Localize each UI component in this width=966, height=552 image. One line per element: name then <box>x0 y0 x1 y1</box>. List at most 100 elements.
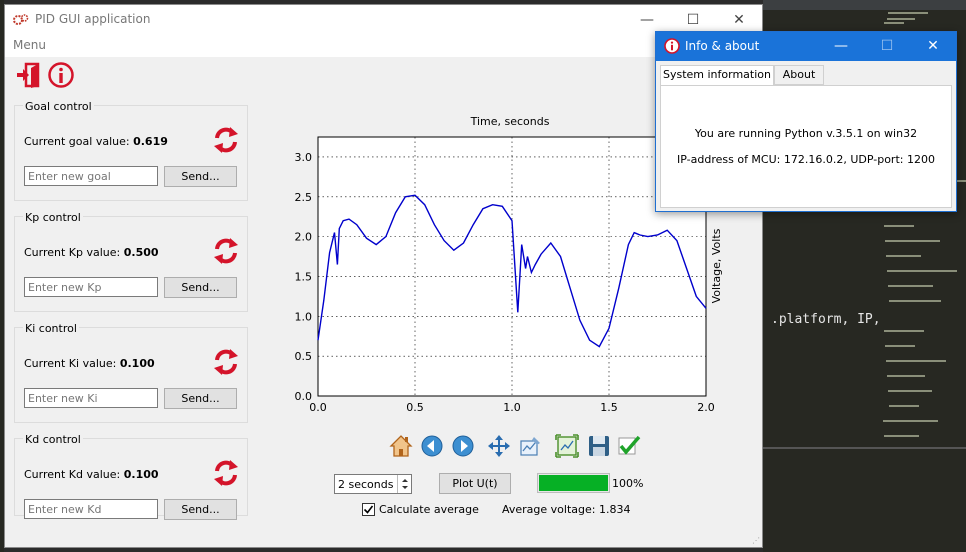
tab-system-information[interactable]: System information <box>660 65 774 86</box>
back-icon[interactable] <box>419 433 445 459</box>
checkmark-icon <box>363 505 374 514</box>
current-value-label: Current goal value: 0.619 <box>24 135 168 148</box>
calculate-average-label: Calculate average <box>379 503 479 516</box>
info-dialog: Info & about — ☐ ✕ System information Ab… <box>655 31 957 212</box>
minimap-line <box>884 22 904 24</box>
current-value: 0.100 <box>119 357 155 370</box>
pan-icon[interactable] <box>486 433 512 459</box>
y-tick-label: 1.0 <box>295 310 313 323</box>
y-tick-label: 2.0 <box>295 231 313 244</box>
group-4: Kd control Current Kd value: 0.100 Send... <box>14 433 248 520</box>
refresh-icon[interactable] <box>211 236 241 266</box>
minimap-line <box>888 285 933 287</box>
current-value-caption: Current Ki value: <box>24 357 120 370</box>
current-value: 0.500 <box>123 246 159 259</box>
y-axis-label: Voltage, Volts <box>710 228 723 303</box>
y-tick-label: 3.0 <box>295 151 313 164</box>
info-dialog-icon <box>664 38 680 54</box>
tab-about[interactable]: About <box>774 65 824 85</box>
info-minimize-button[interactable]: — <box>818 32 864 61</box>
group-title: Kd control <box>23 433 83 446</box>
progress-text: 100% <box>612 477 644 490</box>
minimap-line <box>889 405 919 407</box>
spin-arrows-icon <box>402 479 408 489</box>
y-tick-label: 0.5 <box>295 350 313 363</box>
resize-grip[interactable]: ⋰ <box>752 536 760 545</box>
toolbar <box>5 57 762 91</box>
info-titlebar: Info & about — ☐ ✕ <box>656 32 956 61</box>
info-icon[interactable] <box>47 61 75 89</box>
check-icon[interactable] <box>616 433 642 459</box>
minimap-line <box>886 360 946 362</box>
minimap-line <box>885 240 940 242</box>
y-tick-label: 2.5 <box>295 191 313 204</box>
progress-fill <box>539 475 608 491</box>
current-value-caption: Current Kd value: <box>24 468 124 481</box>
minimap-line <box>883 420 938 422</box>
current-value-label: Current Kd value: 0.100 <box>24 468 159 481</box>
info-close-button[interactable]: ✕ <box>910 32 956 61</box>
x-tick-label: 0.5 <box>406 401 424 414</box>
system-info-panel: You are running Python v.3.5.1 on win32 … <box>660 85 952 208</box>
x-tick-label: 2.0 <box>697 401 715 414</box>
current-value-caption: Current goal value: <box>24 135 134 148</box>
plot-button[interactable]: Plot U(t) <box>439 473 511 494</box>
zoom-icon[interactable] <box>554 433 580 459</box>
minimap-line <box>884 435 919 437</box>
group-title: Goal control <box>23 100 94 113</box>
current-value: 0.100 <box>123 468 159 481</box>
new-value-input[interactable] <box>24 388 158 408</box>
send-button[interactable]: Send... <box>164 166 237 187</box>
menu-item-menu[interactable]: Menu <box>13 38 46 52</box>
new-value-input[interactable] <box>24 499 158 519</box>
forward-icon[interactable] <box>450 433 476 459</box>
minimap-line <box>887 375 925 377</box>
average-voltage-text: Average voltage: 1.834 <box>502 503 631 516</box>
x-tick-label: 1.5 <box>600 401 618 414</box>
main-titlebar: PID GUI application — ☐ ✕ <box>5 5 762 35</box>
minimap-line <box>889 300 941 302</box>
progress-bar <box>537 473 610 493</box>
current-value-label: Current Kp value: 0.500 <box>24 246 159 259</box>
refresh-icon[interactable] <box>211 125 241 155</box>
group-title: Kp control <box>23 211 83 224</box>
current-value: 0.619 <box>133 135 168 148</box>
new-value-input[interactable] <box>24 166 158 186</box>
chart-title: Time, seconds <box>470 115 550 128</box>
duration-value: 2 seconds <box>338 478 394 491</box>
new-value-input[interactable] <box>24 277 158 297</box>
refresh-icon[interactable] <box>211 458 241 488</box>
minimap-line <box>886 255 921 257</box>
minimap-line <box>887 18 915 20</box>
minimap-line <box>888 390 932 392</box>
group-title: Ki control <box>23 322 79 335</box>
info-maximize-button[interactable]: ☐ <box>864 32 910 61</box>
minimap-line <box>884 225 914 227</box>
app-gear-icon <box>13 14 29 25</box>
minimap-line <box>884 330 924 332</box>
minimap-line <box>885 345 915 347</box>
refresh-icon[interactable] <box>211 347 241 377</box>
minimap-line <box>887 270 957 272</box>
send-button[interactable]: Send... <box>164 388 237 409</box>
calculate-average-checkbox[interactable] <box>362 503 375 516</box>
x-tick-label: 1.0 <box>503 401 521 414</box>
spin-arrows[interactable] <box>397 475 411 493</box>
editor-menubar <box>763 0 966 10</box>
send-button[interactable]: Send... <box>164 499 237 520</box>
group-1: Goal control Current goal value: 0.619 Sen… <box>14 100 248 201</box>
menubar: Menu <box>5 35 762 57</box>
save-icon[interactable] <box>586 433 612 459</box>
editor-code-line: .platform, IP, <box>771 312 881 327</box>
info-title: Info & about <box>685 39 760 53</box>
home-icon[interactable] <box>388 433 414 459</box>
current-value-caption: Current Kp value: <box>24 246 124 259</box>
exit-icon[interactable] <box>15 61 43 89</box>
duration-spinbox[interactable]: 2 seconds <box>334 474 412 494</box>
plot-area <box>317 136 707 397</box>
mcu-address-text: IP-address of MCU: 172.16.0.2, UDP-port:… <box>677 153 935 166</box>
send-button[interactable]: Send... <box>164 277 237 298</box>
configure-icon[interactable] <box>518 433 544 459</box>
group-2: Kp control Current Kp value: 0.500 Send... <box>14 211 248 312</box>
minimap-line <box>888 12 928 14</box>
